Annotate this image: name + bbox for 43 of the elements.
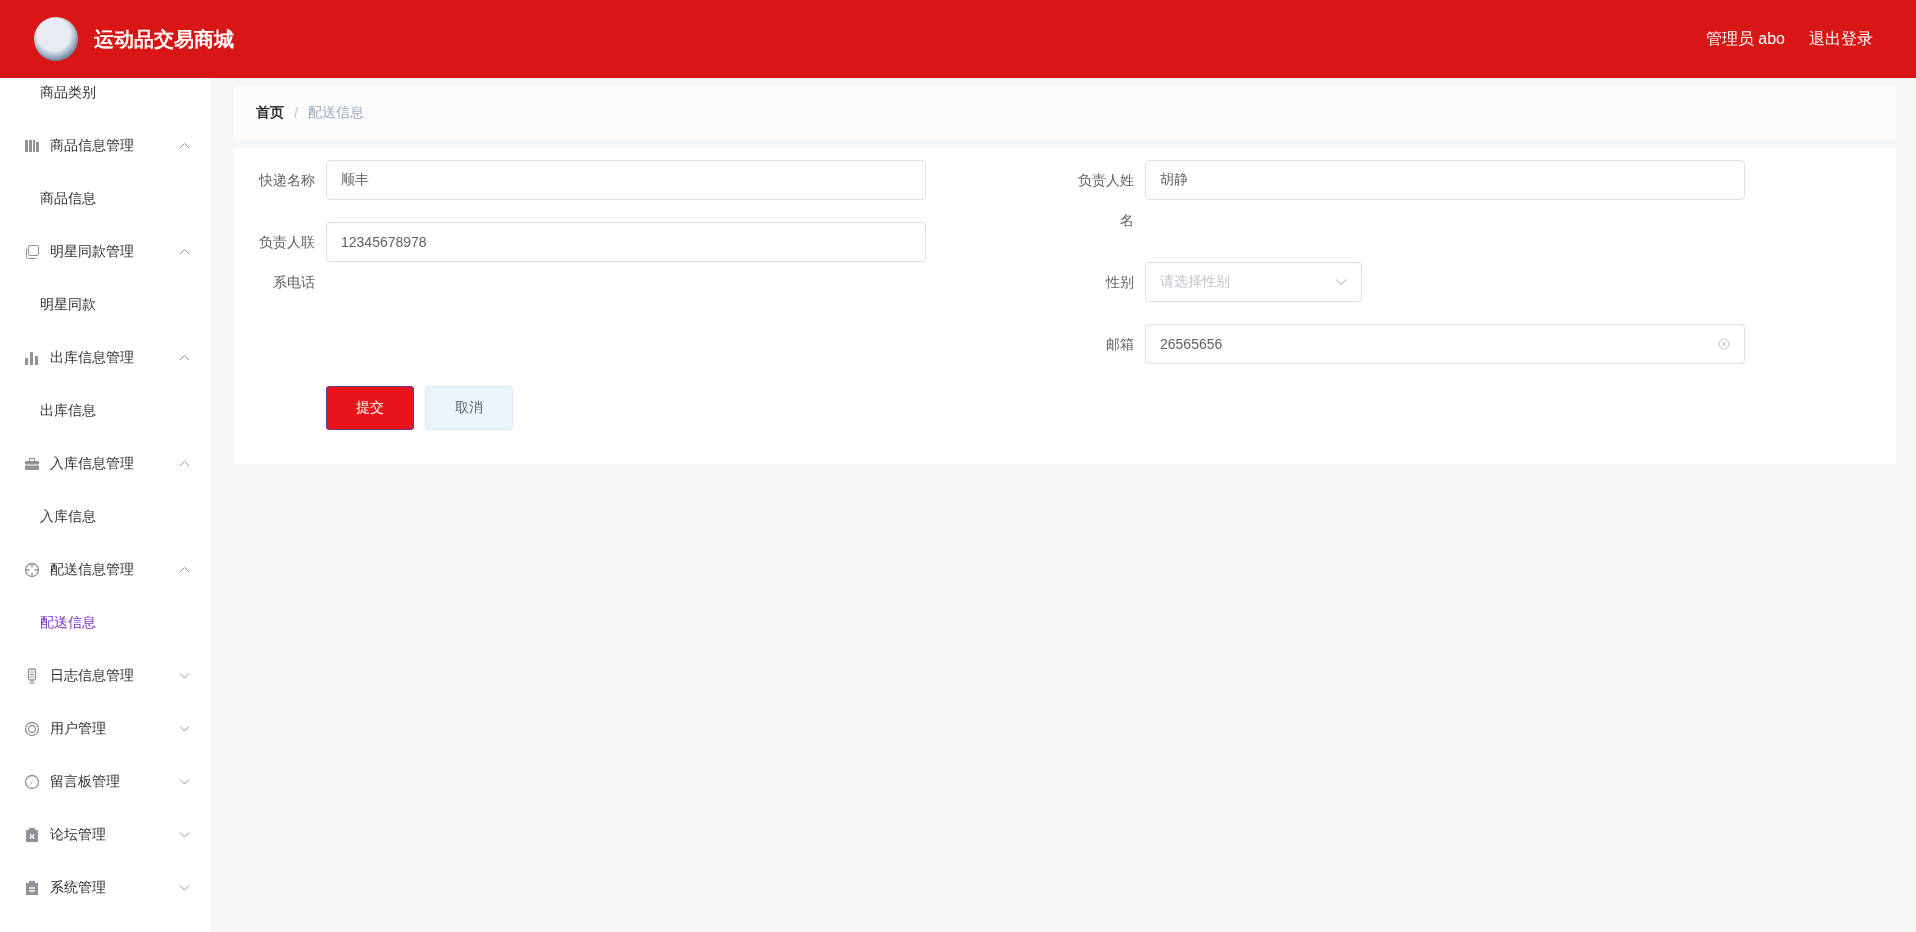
bars-icon xyxy=(24,137,40,154)
input-field[interactable]: 胡静 xyxy=(1145,160,1745,200)
field-label: 负责人姓名 xyxy=(1077,171,1135,230)
chevron-down-icon xyxy=(1335,278,1347,286)
menu-group[interactable]: 出库信息管理 xyxy=(0,331,210,384)
clipboard-icon xyxy=(24,826,40,843)
menu-group[interactable]: 留言板管理 xyxy=(0,755,210,808)
menu-group[interactable]: 商品信息管理 xyxy=(0,119,210,172)
lifebuoy-icon xyxy=(24,720,40,737)
briefcase-icon xyxy=(24,455,40,472)
field-label: 负责人联系电话 xyxy=(258,233,316,292)
field-label: 性别 xyxy=(1104,273,1135,292)
crosshair-icon xyxy=(24,561,40,578)
breadcrumb-link[interactable]: 首页 xyxy=(256,104,284,122)
menu-group[interactable]: 配送信息管理 xyxy=(0,543,210,596)
menu-item[interactable]: 配送信息 xyxy=(0,596,210,649)
menu-item[interactable]: 明星同款 xyxy=(0,278,210,331)
menu-item[interactable]: 商品类别 xyxy=(0,78,210,119)
menu-group[interactable]: 日志信息管理 xyxy=(0,649,210,702)
clipboard-icon xyxy=(24,879,40,896)
input-field[interactable]: 12345678978 xyxy=(326,222,926,262)
menu-item[interactable]: 商品信息 xyxy=(0,172,210,225)
logo-image xyxy=(34,17,78,61)
breadcrumb-separator: / xyxy=(294,105,298,121)
menu-item[interactable]: 入库信息 xyxy=(0,490,210,543)
field-label: 邮箱 xyxy=(1105,335,1135,354)
menu-group[interactable]: 系统管理 xyxy=(0,861,210,914)
copy-icon xyxy=(24,243,40,260)
menu-group[interactable]: 用户管理 xyxy=(0,702,210,755)
logout-link[interactable]: 退出登录 xyxy=(1809,28,1873,50)
cancel-button[interactable]: 取消 xyxy=(425,386,513,430)
user-name: 管理员 abo xyxy=(1705,28,1785,49)
menu-group[interactable]: 入库信息管理 xyxy=(0,437,210,490)
chart-icon xyxy=(24,349,40,366)
submit-button[interactable]: 提交 xyxy=(326,386,414,430)
compass-icon xyxy=(24,773,40,790)
field-label: 快递名称 xyxy=(257,171,316,190)
input-field[interactable]: 26565656 xyxy=(1145,324,1745,364)
site-title: 运动品交易商城 xyxy=(94,26,234,52)
input-field[interactable]: 顺丰 xyxy=(326,160,926,200)
menu-group[interactable]: 明星同款管理 xyxy=(0,225,210,278)
menu-group[interactable]: 论坛管理 xyxy=(0,808,210,861)
menu-item[interactable]: 出库信息 xyxy=(0,384,210,437)
